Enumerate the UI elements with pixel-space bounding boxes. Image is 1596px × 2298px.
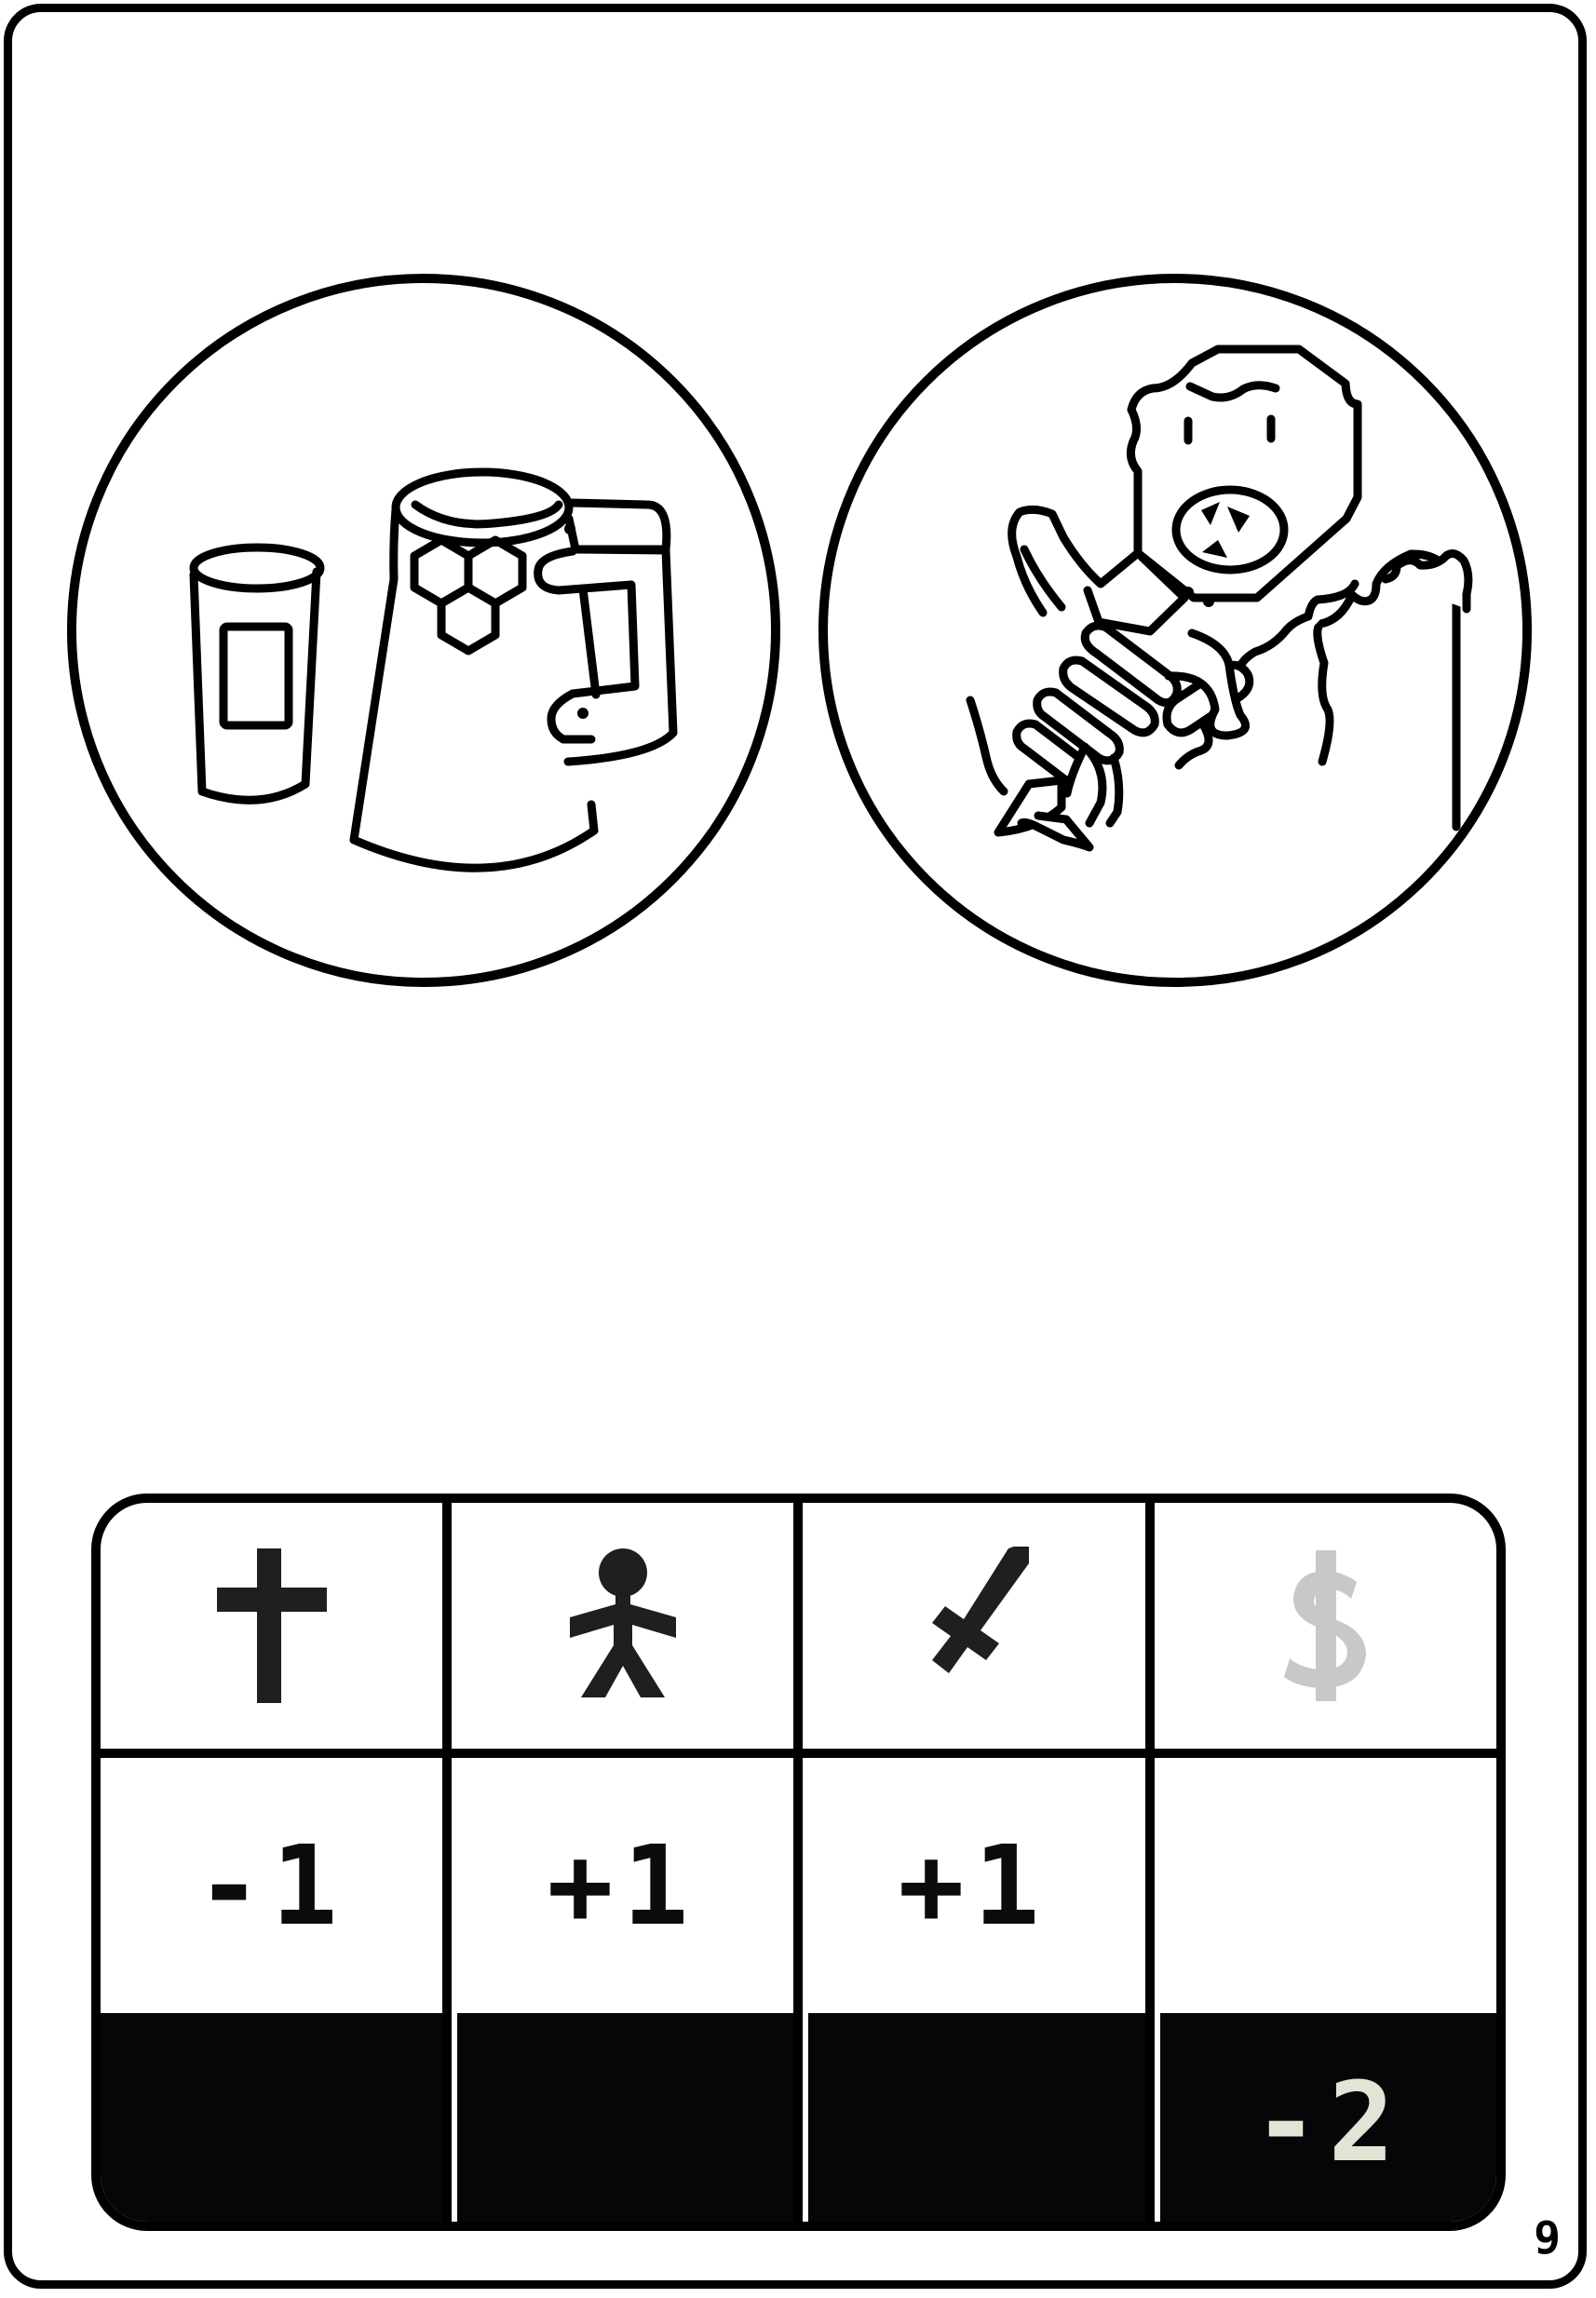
header-cell bbox=[452, 1503, 793, 1749]
person-icon bbox=[569, 1548, 676, 1697]
bottom-cell: -2 bbox=[1160, 2013, 1496, 2222]
page-number: 9 bbox=[1534, 2212, 1561, 2264]
bottom-text: -2 bbox=[1252, 2058, 1404, 2186]
header-cell bbox=[1155, 1503, 1496, 1749]
sword-icon bbox=[931, 1547, 1029, 1673]
column-divider bbox=[793, 1503, 803, 2222]
value-text: -1 bbox=[196, 1821, 347, 1950]
value-cell: +1 bbox=[452, 1758, 793, 2013]
column-divider bbox=[1145, 1503, 1155, 2222]
value-text: +1 bbox=[898, 1821, 1049, 1950]
bottom-cell bbox=[808, 2013, 1145, 2222]
dollar-icon bbox=[1283, 1550, 1366, 1701]
column-divider bbox=[442, 1503, 452, 2222]
value-cell bbox=[1155, 1758, 1496, 2013]
row-divider bbox=[101, 1749, 1496, 1758]
header-cell bbox=[101, 1503, 442, 1749]
monster-illustration bbox=[818, 274, 1532, 987]
stats-table: -1 +1 +1 -2 bbox=[91, 1494, 1506, 2231]
value-text: +1 bbox=[547, 1821, 698, 1950]
cross-icon bbox=[216, 1548, 327, 1703]
value-cell: +1 bbox=[803, 1758, 1144, 2013]
value-cell: -1 bbox=[101, 1758, 442, 2013]
header-cell bbox=[803, 1503, 1144, 1749]
bottom-cell bbox=[101, 2013, 442, 2222]
bottom-cell bbox=[457, 2013, 793, 2222]
containers-illustration bbox=[67, 274, 780, 987]
